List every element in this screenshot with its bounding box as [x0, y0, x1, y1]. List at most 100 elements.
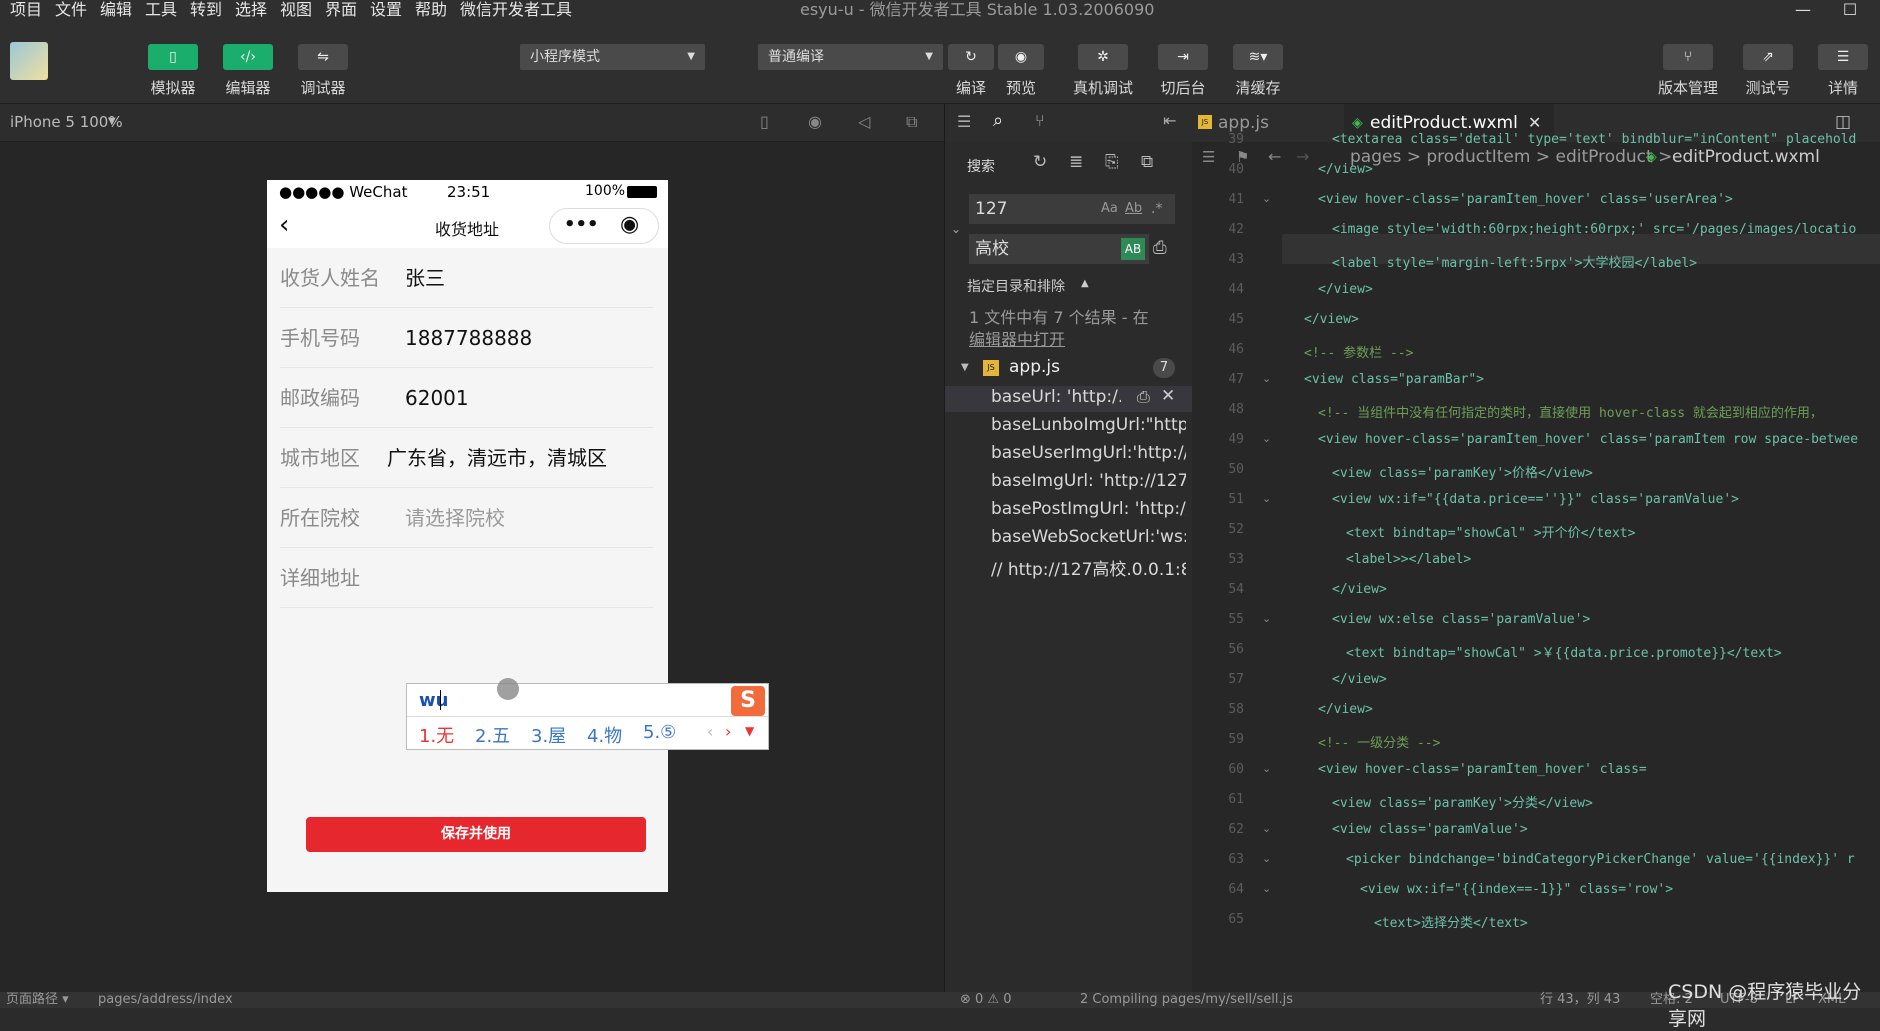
- code-line[interactable]: <text bindtap="showCal" >￥{{data.price.p…: [1346, 642, 1782, 661]
- code-line[interactable]: <textarea class='detail' type='text' bin…: [1332, 132, 1856, 147]
- ime-prev-icon[interactable]: ‹: [707, 722, 713, 741]
- open-in-editor-link[interactable]: 编辑器中打开: [969, 326, 1065, 350]
- back-icon[interactable]: ‹: [279, 210, 289, 240]
- list-icon[interactable]: ☰: [957, 112, 971, 131]
- regex-icon[interactable]: .*: [1151, 194, 1162, 224]
- save-and-use-button[interactable]: 保存并使用: [306, 817, 646, 852]
- code-line[interactable]: <view class='paramKey'>分类</view>: [1332, 792, 1593, 811]
- preview-button[interactable]: ◉: [998, 44, 1044, 70]
- minimize-button[interactable]: —: [1788, 0, 1818, 22]
- collapse-all-icon[interactable]: ⧉: [1141, 152, 1153, 172]
- code-line[interactable]: <view class='paramKey'>价格</view>: [1332, 462, 1593, 481]
- menu-view[interactable]: 视图: [280, 0, 312, 20]
- fold-chevron-icon[interactable]: ⌄: [1262, 612, 1271, 625]
- chevron-down-icon[interactable]: ▼: [108, 116, 116, 127]
- collapse-sidebar-icon[interactable]: ⇤: [1163, 111, 1176, 130]
- menu-interface[interactable]: 界面: [325, 0, 357, 20]
- field-postcode[interactable]: 邮政编码 62001: [280, 368, 654, 428]
- record-icon[interactable]: ◉: [808, 112, 822, 131]
- code-line[interactable]: <text>选择分类</text>: [1374, 912, 1528, 931]
- device-select[interactable]: iPhone 5 100%: [10, 113, 123, 131]
- editor-button[interactable]: ‹/›: [223, 44, 273, 70]
- simulator-button[interactable]: ▯: [148, 44, 198, 70]
- mode-select[interactable]: 小程序模式 ▼: [520, 44, 705, 70]
- school-input[interactable]: 请选择院校: [405, 488, 505, 548]
- test-account-button[interactable]: ⇗: [1743, 44, 1793, 70]
- page-path[interactable]: pages/address/index: [98, 992, 233, 1008]
- search-result[interactable]: baseLunboImgUrl:"http:...: [991, 415, 1186, 435]
- code-line[interactable]: </view>: [1332, 672, 1387, 687]
- forward-arrow-icon[interactable]: →: [1296, 142, 1309, 172]
- avatar[interactable]: [10, 42, 48, 80]
- code-line[interactable]: </view>: [1304, 312, 1359, 327]
- volume-icon[interactable]: ◁: [858, 112, 870, 131]
- code-line[interactable]: <!-- 当组件中没有任何指定的类时，直接使用 hover-class 就会起到…: [1318, 402, 1823, 421]
- ime-candidate-1[interactable]: 1.无: [419, 722, 454, 748]
- problems-indicator[interactable]: ⊗ 0 ⚠ 0: [960, 992, 1012, 1008]
- code-line[interactable]: <view hover-class='paramItem_hover' clas…: [1318, 762, 1647, 777]
- branch-icon[interactable]: ⑂: [1035, 111, 1045, 130]
- menu-help[interactable]: 帮助: [415, 0, 447, 20]
- code-line[interactable]: <label style='margin-left:5rpx'>大学校园</la…: [1332, 252, 1697, 271]
- search-result[interactable]: baseImgUrl: 'http://127...: [991, 471, 1186, 491]
- ime-candidate-4[interactable]: 4.物: [587, 722, 622, 748]
- new-search-editor-icon[interactable]: ⎘: [1105, 152, 1119, 172]
- result-file-name[interactable]: app.js: [1009, 357, 1060, 377]
- menu-settings[interactable]: 设置: [370, 0, 402, 20]
- background-button[interactable]: ⇥: [1158, 44, 1208, 70]
- code-line[interactable]: </view>: [1318, 162, 1373, 177]
- code-line[interactable]: <!-- 参数栏 -->: [1304, 342, 1413, 361]
- code-line[interactable]: <view hover-class='paramItem_hover' clas…: [1318, 432, 1858, 447]
- fold-chevron-icon[interactable]: ⌄: [1262, 822, 1271, 835]
- ime-candidate-2[interactable]: 2.五: [475, 722, 510, 748]
- search-result[interactable]: baseUserImgUrl:'http://...: [991, 443, 1186, 463]
- receiver-name-input[interactable]: 张三: [405, 248, 445, 308]
- fold-chevron-icon[interactable]: ⌄: [1262, 192, 1271, 205]
- rotate-device-icon[interactable]: ▯: [760, 112, 769, 131]
- ime-candidate-5[interactable]: 5.⑤: [643, 722, 676, 743]
- search-input[interactable]: 127 Aa Ab .*: [969, 194, 1175, 224]
- postcode-input[interactable]: 62001: [405, 368, 469, 428]
- new-window-icon[interactable]: ⧉: [906, 112, 917, 132]
- details-button[interactable]: ☰: [1818, 44, 1868, 70]
- menu-goto[interactable]: 转到: [190, 0, 222, 20]
- code-line[interactable]: <view wx:if="{{index==-1}}" class='row'>: [1360, 882, 1673, 897]
- search-result[interactable]: // http://127高校.0.0.1:8...: [991, 555, 1186, 580]
- code-line[interactable]: <view hover-class='paramItem_hover' clas…: [1318, 192, 1733, 207]
- ime-next-icon[interactable]: ›: [725, 722, 731, 741]
- clear-cache-button[interactable]: ≋▾: [1233, 44, 1283, 70]
- more-icon[interactable]: •••: [564, 214, 599, 235]
- maximize-button[interactable]: ☐: [1835, 0, 1865, 22]
- fold-chevron-icon[interactable]: ⌄: [1262, 432, 1271, 445]
- cursor-position[interactable]: 行 43，列 43: [1540, 992, 1620, 1008]
- field-address[interactable]: 详细地址: [280, 548, 654, 608]
- menu-tools[interactable]: 工具: [145, 0, 177, 20]
- menu-project[interactable]: 项目: [10, 0, 42, 20]
- code-line[interactable]: </view>: [1332, 582, 1387, 597]
- search-result[interactable]: baseUrl: 'http:/...: [991, 387, 1121, 407]
- debugger-button[interactable]: ⇋: [298, 44, 348, 70]
- code-line[interactable]: <view class='paramValue'>: [1332, 822, 1528, 837]
- phone-input[interactable]: 1887788888: [405, 308, 532, 368]
- refresh-icon[interactable]: ↻: [1033, 152, 1047, 172]
- page-path-toggle[interactable]: 页面路径 ▾: [6, 992, 69, 1008]
- menu-file[interactable]: 文件: [55, 0, 87, 20]
- version-button[interactable]: ⑂: [1663, 44, 1713, 70]
- ime-candidate-3[interactable]: 3.屋: [531, 722, 566, 748]
- replace-icon[interactable]: ⎙: [1137, 387, 1150, 407]
- back-arrow-icon[interactable]: ←: [1268, 142, 1281, 172]
- replace-all-icon[interactable]: ⎙: [1153, 238, 1167, 258]
- menu-edit[interactable]: 编辑: [100, 0, 132, 20]
- replace-input[interactable]: 高校 AB: [969, 234, 1149, 264]
- field-receiver-name[interactable]: 收货人姓名 张三: [280, 248, 654, 308]
- split-editor-icon[interactable]: ◫: [1835, 112, 1851, 132]
- region-picker[interactable]: 广东省，清远市，清城区: [387, 428, 607, 488]
- close-miniprogram-icon[interactable]: ◉: [620, 212, 639, 237]
- code-line[interactable]: <!-- 一级分类 -->: [1318, 732, 1440, 751]
- match-case-icon[interactable]: Aa: [1101, 194, 1118, 224]
- code-line[interactable]: </view>: [1318, 702, 1373, 717]
- code-line[interactable]: </view>: [1318, 282, 1373, 297]
- scope-toggle[interactable]: 指定目录和排除: [967, 276, 1065, 296]
- close-icon[interactable]: ✕: [1161, 386, 1175, 406]
- preserve-case-icon[interactable]: AB: [1121, 238, 1145, 260]
